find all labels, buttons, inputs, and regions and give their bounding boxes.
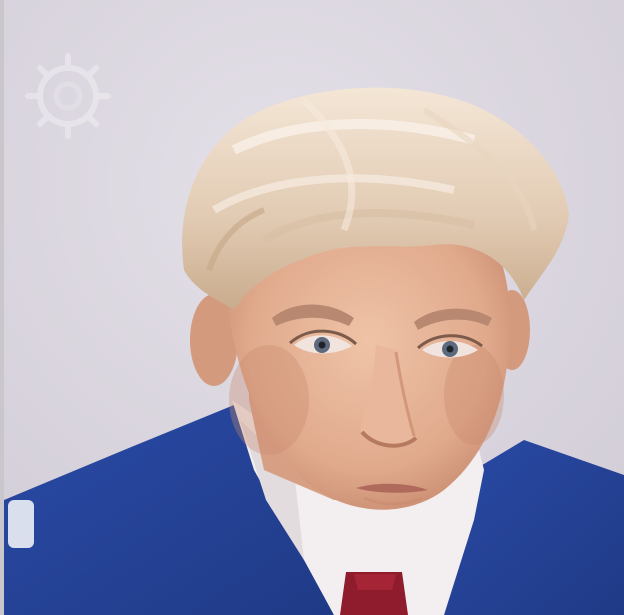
overlay-mark: [8, 500, 34, 548]
portrait-photo: [4, 0, 624, 615]
photo-frame: [0, 0, 624, 615]
